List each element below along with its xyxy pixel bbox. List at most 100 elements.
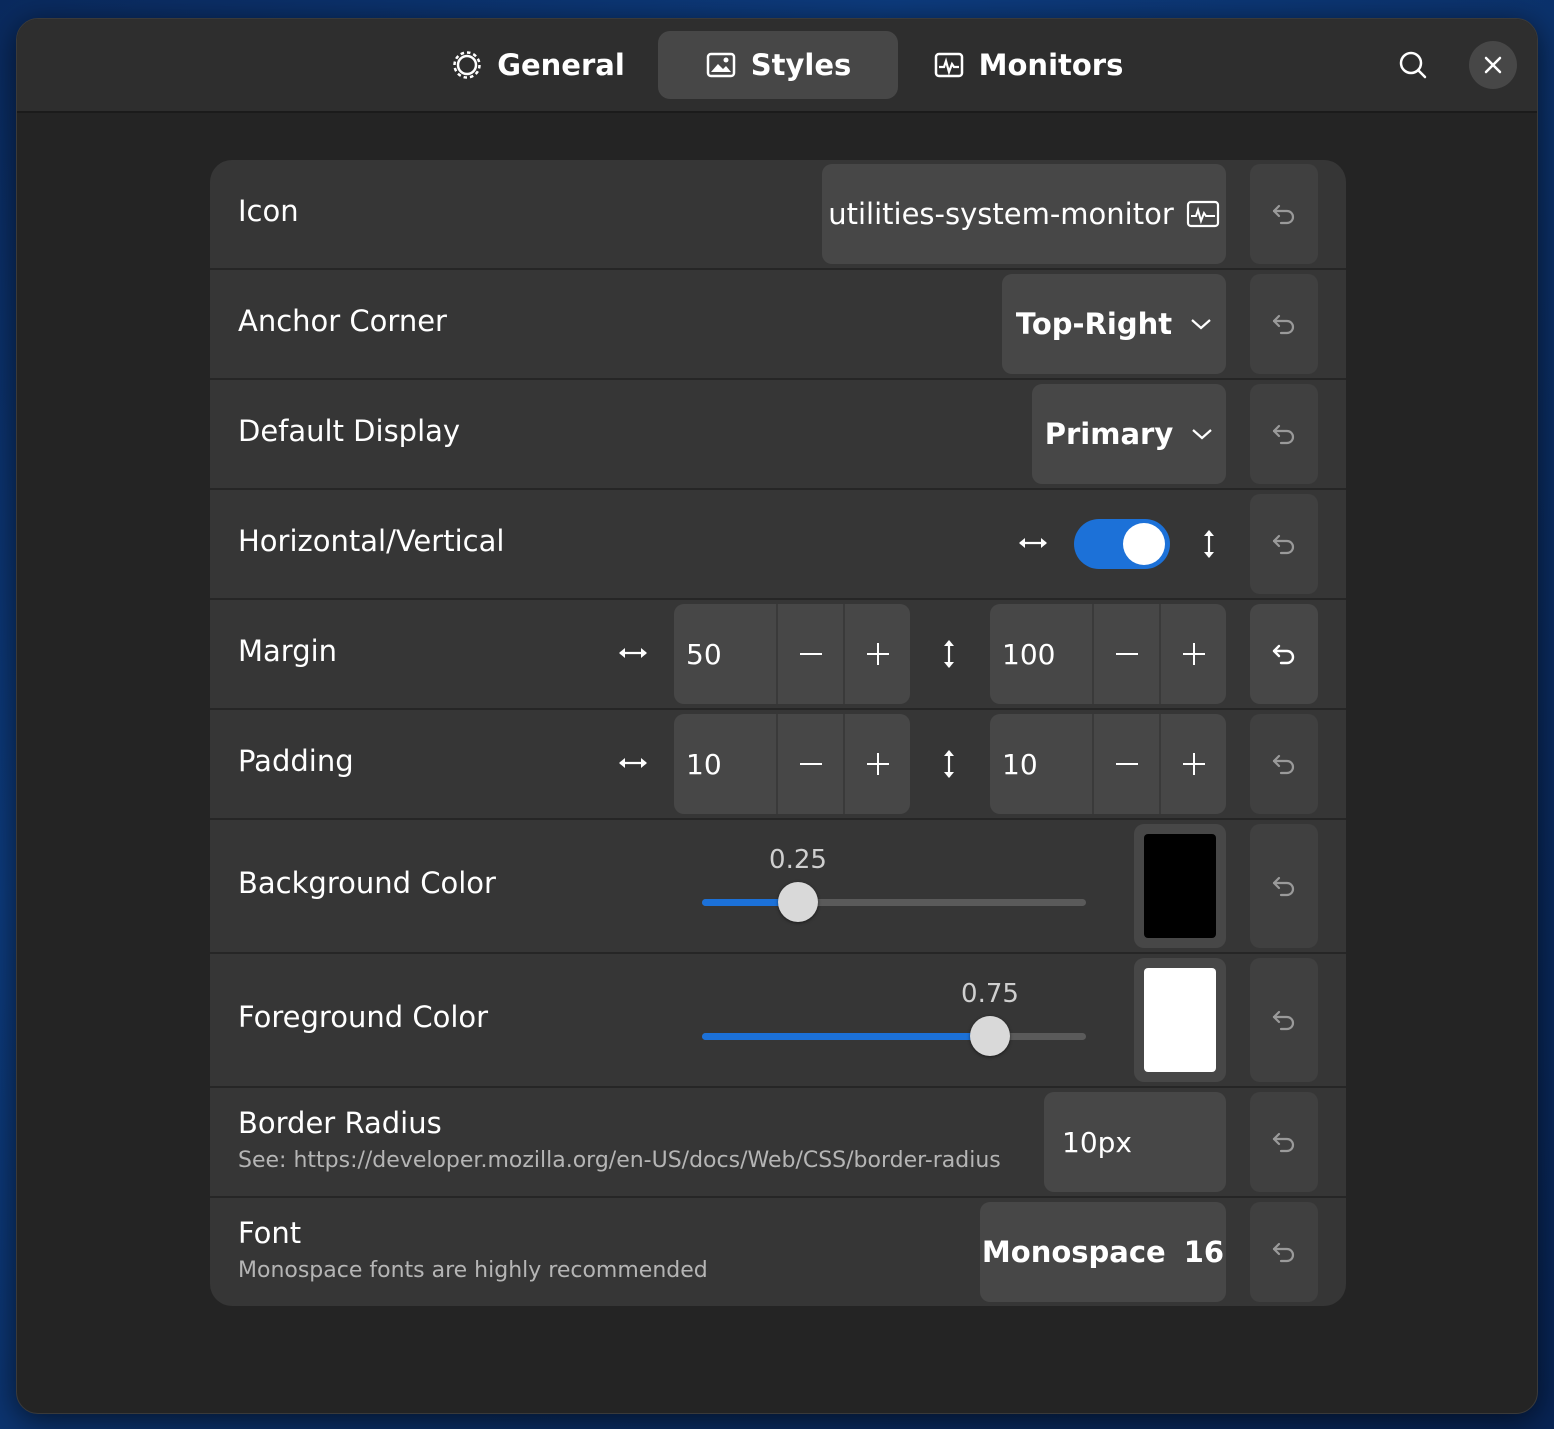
row-foreground-label: Foreground Color [238,1000,489,1034]
minus-icon [1115,763,1138,765]
plus-icon [1182,753,1205,775]
image-icon [706,52,735,78]
tab-styles[interactable]: Styles [658,31,898,99]
margin-vertical-decrement[interactable] [1092,604,1159,704]
reset-anchor-button[interactable] [1250,274,1318,374]
background-opacity-slider[interactable]: 0.25 [702,845,1086,922]
close-button[interactable] [1469,41,1517,89]
icon-chooser-button[interactable]: utilities-system-monitor [822,164,1226,264]
reset-padding-button[interactable] [1250,714,1318,814]
row-icon: Icon utilities-system-monitor [210,160,1346,270]
slider-knob[interactable] [970,1016,1010,1056]
reset-display-button[interactable] [1250,384,1318,484]
padding-horizontal-decrement[interactable] [776,714,843,814]
tab-general[interactable]: General [443,31,633,99]
row-default-display: Default Display Primary [210,380,1346,490]
margin-vertical-increment[interactable] [1159,604,1226,704]
row-anchor-corner: Anchor Corner Top-Right [210,270,1346,380]
background-color-swatch [1144,834,1216,938]
row-radius-sublabel: See: https://developer.mozilla.org/en-US… [238,1148,1001,1173]
tab-styles-label: Styles [750,48,852,82]
undo-icon [1272,876,1295,897]
chevron-down-icon [1192,429,1212,440]
padding-horizontal-increment[interactable] [843,714,910,814]
padding-vertical-value[interactable]: 10 [990,714,1092,814]
foreground-color-button[interactable] [1134,958,1226,1082]
padding-horizontal-spinbutton: 10 [674,714,910,814]
reset-foreground-button[interactable] [1250,958,1318,1082]
foreground-opacity-slider[interactable]: 0.75 [702,979,1086,1056]
row-background-label: Background Color [238,866,496,900]
undo-icon [1272,1010,1295,1031]
margin-horizontal-decrement[interactable] [776,604,843,704]
row-icon-label: Icon [238,194,299,228]
row-radius-label: Border Radius [238,1106,442,1140]
row-orientation: Horizontal/Vertical [210,490,1346,600]
undo-icon [1272,204,1295,225]
row-border-radius: Border Radius See: https://developer.moz… [210,1088,1346,1198]
margin-horizontal-increment[interactable] [843,604,910,704]
reset-background-button[interactable] [1250,824,1318,948]
font-chooser-button[interactable]: Monospace 16 [980,1202,1226,1302]
undo-icon [1272,754,1295,775]
row-padding: Padding 10 10 [210,710,1346,820]
undo-icon [1272,314,1295,335]
row-orientation-label: Horizontal/Vertical [238,524,505,558]
row-margin-label: Margin [238,634,338,668]
close-icon [1484,56,1502,74]
preferences-window: General Styles Monitors Icon utilities-s… [16,18,1538,1414]
undo-icon [1272,1132,1295,1153]
reset-icon-button[interactable] [1250,164,1318,264]
vertical-arrows-icon [936,636,962,672]
default-display-dropdown[interactable]: Primary [1032,384,1226,484]
row-font-sublabel: Monospace fonts are highly recommended [238,1258,708,1283]
background-color-button[interactable] [1134,824,1226,948]
horizontal-arrows-icon [616,750,650,776]
horizontal-arrows-icon [616,640,650,666]
reset-font-button[interactable] [1250,1202,1318,1302]
tab-monitors[interactable]: Monitors [923,31,1133,99]
gear-icon [453,51,481,79]
padding-horizontal-value[interactable]: 10 [674,714,776,814]
background-opacity-value: 0.25 [769,845,827,875]
row-font-label: Font [238,1216,302,1250]
reset-orientation-button[interactable] [1250,494,1318,594]
icon-value: utilities-system-monitor [828,197,1174,231]
font-size-value: 16 [1183,1235,1225,1269]
toggle-knob [1123,523,1165,565]
display-value: Primary [1044,417,1174,451]
slider-fill [702,1033,990,1040]
undo-icon [1272,1242,1295,1263]
reset-radius-button[interactable] [1250,1092,1318,1192]
undo-icon [1272,424,1295,445]
padding-vertical-decrement[interactable] [1092,714,1159,814]
foreground-color-swatch [1144,968,1216,1072]
orientation-toggle[interactable] [1074,519,1170,569]
minus-icon [799,653,822,655]
minus-icon [799,763,822,765]
margin-horizontal-spinbutton: 50 [674,604,910,704]
margin-vertical-value[interactable]: 100 [990,604,1092,704]
minus-icon [1115,653,1138,655]
anchor-value: Top-Right [1015,307,1173,341]
chevron-down-icon [1191,319,1211,330]
monitor-graph-icon [934,52,963,78]
row-display-label: Default Display [238,414,461,448]
row-margin: Margin 50 100 [210,600,1346,710]
row-background-color: Background Color 0.25 [210,820,1346,954]
header-bar: General Styles Monitors [17,19,1537,113]
horizontal-arrows-icon [1016,530,1050,556]
row-padding-label: Padding [238,744,354,778]
search-button[interactable] [1389,41,1437,89]
border-radius-input[interactable]: 10px [1044,1092,1226,1192]
reset-margin-button[interactable] [1250,604,1318,704]
anchor-corner-dropdown[interactable]: Top-Right [1002,274,1226,374]
margin-horizontal-value[interactable]: 50 [674,604,776,704]
padding-vertical-increment[interactable] [1159,714,1226,814]
vertical-arrows-icon [936,746,962,782]
vertical-arrows-icon [1196,526,1222,562]
slider-knob[interactable] [778,882,818,922]
tab-monitors-label: Monitors [978,48,1124,82]
padding-vertical-spinbutton: 10 [990,714,1226,814]
plus-icon [866,753,889,775]
